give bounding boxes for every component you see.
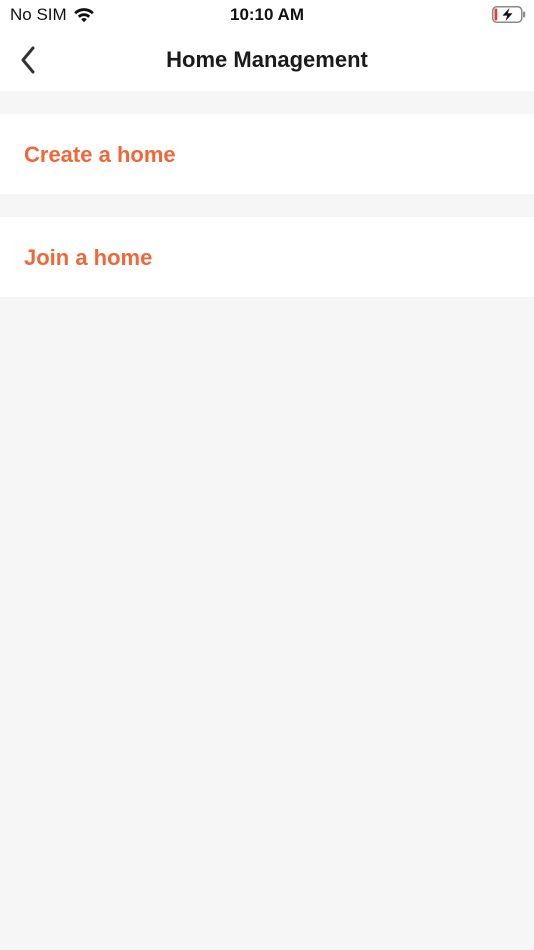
create-home-option[interactable]: Create a home	[0, 114, 534, 194]
join-home-option[interactable]: Join a home	[0, 217, 534, 297]
join-home-label: Join a home	[24, 245, 153, 270]
battery-charging-icon	[492, 6, 526, 23]
status-bar: No SIM 10:10 AM	[0, 0, 534, 30]
navigation-bar: Home Management	[0, 30, 534, 91]
home-management-screen: No SIM 10:10 AM Home Management Create a…	[0, 0, 534, 950]
status-time: 10:10 AM	[229, 5, 304, 24]
create-home-label: Create a home	[24, 142, 176, 167]
page-title: Home Management	[166, 47, 368, 72]
